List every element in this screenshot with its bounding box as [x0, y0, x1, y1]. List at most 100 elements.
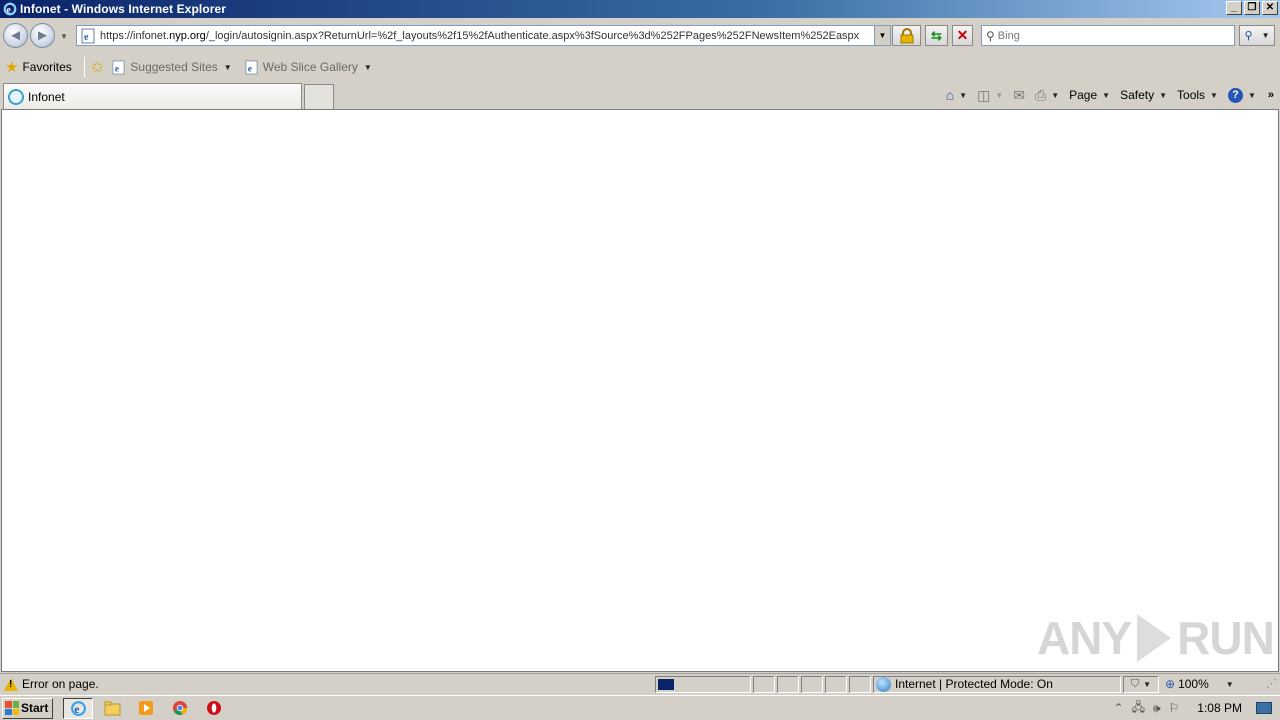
- svg-text:e: e: [115, 64, 119, 74]
- resize-grip-icon[interactable]: ⋰: [1266, 677, 1277, 690]
- address-bar[interactable]: e https://infonet.nyp.org/_login/autosig…: [76, 25, 891, 46]
- suggested-sites-link[interactable]: e Suggested Sites ▼: [111, 59, 232, 75]
- start-label: Start: [21, 701, 49, 715]
- chevron-down-icon: ▼: [1159, 90, 1168, 100]
- chevron-down-icon: ▼: [995, 90, 1004, 100]
- zoom-level: 100%: [1178, 677, 1209, 691]
- volume-icon[interactable]: 🕪: [1153, 701, 1161, 716]
- clock[interactable]: 1:08 PM: [1197, 701, 1242, 715]
- url-prefix: https://infonet.: [100, 29, 170, 42]
- stop-button[interactable]: ✕: [952, 25, 973, 46]
- tab-infonet[interactable]: Infonet: [3, 83, 302, 109]
- chevron-down-icon: ▼: [1210, 90, 1218, 100]
- chevron-down-icon: ▼: [1102, 90, 1111, 100]
- tools-menu[interactable]: Tools ▼: [1173, 88, 1222, 102]
- ie-logo-icon: e: [70, 700, 86, 716]
- ie-page-icon: e: [112, 59, 125, 75]
- svg-text:e: e: [84, 32, 89, 43]
- network-icon[interactable]: 🖧: [1132, 698, 1145, 719]
- show-desktop-icon[interactable]: [1256, 702, 1272, 714]
- chevron-down-icon: ▼: [363, 62, 372, 72]
- search-options-dropdown-icon[interactable]: ▼: [1262, 31, 1270, 40]
- home-icon: ⌂: [945, 87, 955, 103]
- search-button[interactable]: ⚲ ▼: [1239, 25, 1275, 46]
- suggested-sites-label: Suggested Sites: [130, 60, 218, 74]
- navigation-bar: ◄ ► ▼ e https://infonet.nyp.org/_login/a…: [0, 18, 1280, 54]
- home-button[interactable]: ⌂ ▼: [942, 87, 971, 103]
- minimize-button[interactable]: _: [1226, 1, 1242, 15]
- status-panel: [753, 675, 775, 693]
- favorites-button[interactable]: ★ Favorites: [5, 60, 72, 75]
- windows-logo-icon: [5, 701, 19, 715]
- back-button[interactable]: ◄: [3, 23, 28, 48]
- svg-text:e: e: [74, 702, 79, 715]
- security-zone[interactable]: Internet | Protected Mode: On: [873, 675, 1121, 693]
- add-to-favorites-bar-icon[interactable]: ✩: [91, 60, 104, 75]
- close-window-button[interactable]: ✕: [1262, 1, 1278, 15]
- search-box[interactable]: ⚲: [981, 25, 1235, 46]
- url-path: /_login/autosignin.aspx?ReturnUrl=%2f_la…: [205, 29, 860, 42]
- safety-menu[interactable]: Safety ▼: [1116, 88, 1171, 102]
- watermark-right-text: RUN: [1177, 612, 1275, 664]
- security-report-button[interactable]: [892, 25, 921, 46]
- url-domain: nyp.org: [169, 29, 206, 42]
- print-button[interactable]: ⎙ ▼: [1031, 87, 1063, 104]
- page-menu[interactable]: Page ▼: [1065, 88, 1114, 102]
- zoom-control[interactable]: ⊕ 100% ▼: [1165, 677, 1234, 691]
- chrome-icon: [173, 701, 187, 716]
- loading-spinner-icon: [8, 88, 24, 105]
- chevron-down-icon: ▼: [1247, 90, 1256, 100]
- recent-pages-dropdown-icon[interactable]: ▼: [60, 32, 68, 41]
- forward-button[interactable]: ►: [30, 23, 55, 48]
- title-bar: e Infonet - Windows Internet Explorer _ …: [0, 0, 1280, 18]
- toolbar-overflow-chevron-icon[interactable]: »: [1268, 89, 1274, 101]
- watermark-left-text: ANY: [1037, 612, 1132, 664]
- safety-menu-label: Safety: [1120, 88, 1155, 102]
- status-bar: Error on page. Internet | Protected Mode…: [0, 673, 1280, 694]
- ie-logo-icon: e: [3, 2, 17, 16]
- address-dropdown-button[interactable]: ▼: [874, 26, 890, 45]
- page-content[interactable]: [1, 109, 1279, 672]
- favorites-bar: ★ Favorites ✩ e Suggested Sites ▼ e Web …: [0, 54, 1280, 80]
- taskbar-opera[interactable]: [199, 698, 229, 719]
- shield-icon: ⛉: [1130, 677, 1140, 690]
- web-slice-gallery-link[interactable]: e Web Slice Gallery ▼: [244, 59, 372, 75]
- taskbar-file-explorer[interactable]: [97, 698, 127, 719]
- warning-icon[interactable]: [4, 677, 18, 691]
- svg-text:e: e: [247, 64, 251, 74]
- globe-icon: [876, 676, 891, 692]
- show-hidden-icons-chevron-icon[interactable]: ⌃: [1114, 701, 1124, 715]
- action-center-flag-icon[interactable]: ⚐: [1169, 701, 1180, 715]
- help-menu[interactable]: ? ▼: [1224, 87, 1260, 103]
- chevron-down-icon: ▼: [1143, 679, 1152, 689]
- status-panel: [849, 675, 871, 693]
- refresh-icon: ⇆: [931, 27, 942, 43]
- search-input[interactable]: [997, 29, 1218, 42]
- forward-arrow-icon: ►: [35, 27, 50, 44]
- system-tray: ⌃ 🖧 🕪 ⚐ 1:08 PM: [1106, 697, 1280, 719]
- status-message[interactable]: Error on page.: [22, 677, 655, 691]
- protected-mode-button[interactable]: ⛉ ▼: [1123, 675, 1159, 693]
- chevron-down-icon: ▼: [959, 90, 968, 100]
- start-button[interactable]: Start: [2, 697, 53, 719]
- folder-icon: [104, 701, 120, 715]
- tab-label: Infonet: [28, 89, 65, 104]
- url-text[interactable]: https://infonet.nyp.org/_login/autosigni…: [100, 30, 875, 42]
- help-icon: ?: [1227, 87, 1243, 103]
- search-provider-icon: ⚲: [986, 28, 995, 43]
- read-mail-button[interactable]: ✉: [1009, 87, 1029, 104]
- taskbar-media-player[interactable]: [131, 698, 161, 719]
- tools-menu-label: Tools: [1177, 88, 1206, 102]
- progress-fill: [658, 678, 674, 690]
- taskbar-chrome[interactable]: [165, 698, 195, 719]
- stop-x-icon: ✕: [956, 27, 969, 43]
- window-title: Infonet - Windows Internet Explorer: [20, 2, 227, 16]
- refresh-button[interactable]: ⇆: [925, 25, 948, 46]
- new-tab-button[interactable]: [304, 84, 334, 109]
- opera-icon: [207, 701, 221, 715]
- restore-button[interactable]: ❐: [1244, 1, 1260, 15]
- ie-page-icon: e: [245, 59, 258, 75]
- taskbar-internet-explorer[interactable]: e: [63, 697, 93, 719]
- anyrun-watermark: ANY RUN: [1037, 608, 1275, 668]
- feeds-button[interactable]: ◫ ▼: [973, 87, 1007, 104]
